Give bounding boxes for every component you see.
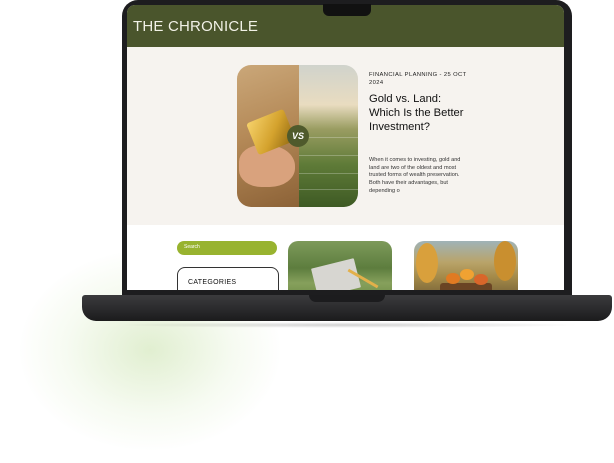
- tree-shape: [416, 243, 438, 283]
- laptop-shadow: [112, 322, 582, 328]
- article-meta: FINANCIAL PLANNING - 25 OCT 2024: [369, 72, 467, 86]
- field-line: [299, 155, 358, 156]
- laptop-screen: THE CHRONICLE VS FINANCIAL PLANNING - 25…: [127, 5, 564, 290]
- field-line: [299, 173, 358, 174]
- article-headline[interactable]: Gold vs. Land: Which Is the Better Inves…: [369, 92, 469, 134]
- categories-title: CATEGORIES: [188, 279, 237, 286]
- search-input[interactable]: Search: [177, 241, 277, 255]
- laptop-hinge-cutout: [309, 295, 385, 302]
- pumpkin-shape: [446, 273, 460, 284]
- field-line: [299, 189, 358, 190]
- site-title[interactable]: THE CHRONICLE: [133, 18, 258, 35]
- article-card-image[interactable]: [288, 241, 392, 290]
- pumpkin-shape: [474, 274, 488, 285]
- featured-article-image[interactable]: VS: [237, 65, 358, 207]
- vs-badge: VS: [287, 125, 309, 147]
- categories-panel: CATEGORIES: [177, 267, 279, 290]
- tree-shape: [494, 241, 516, 281]
- article-excerpt: When it comes to investing, gold and lan…: [369, 157, 461, 194]
- laptop-base: [82, 295, 612, 321]
- search-placeholder: Search: [184, 244, 200, 250]
- article-card-image[interactable]: [414, 241, 518, 290]
- pumpkin-shape: [460, 269, 474, 280]
- camera-notch: [323, 4, 371, 16]
